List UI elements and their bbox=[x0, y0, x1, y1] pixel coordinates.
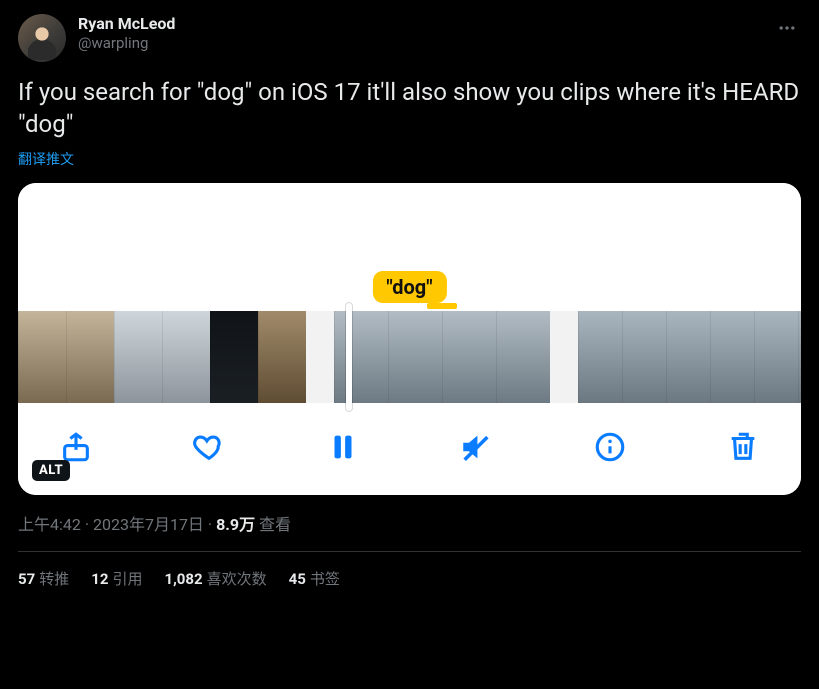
alt-badge[interactable]: ALT bbox=[32, 460, 70, 481]
more-button[interactable] bbox=[773, 14, 801, 46]
delete-button[interactable] bbox=[721, 425, 765, 469]
views-count[interactable]: 8.9万 bbox=[216, 515, 255, 534]
clip-thumb[interactable] bbox=[622, 311, 666, 403]
stat-label: 喜欢次数 bbox=[207, 570, 267, 588]
tweet-text: If you search for "dog" on iOS 17 it'll … bbox=[18, 76, 801, 141]
share-icon bbox=[59, 430, 93, 464]
mute-icon bbox=[459, 430, 493, 464]
video-timeline[interactable] bbox=[18, 311, 801, 403]
media-card[interactable]: "dog" bbox=[18, 183, 801, 495]
clip-thumb[interactable] bbox=[710, 311, 754, 403]
stat-likes[interactable]: 1,082 喜欢次数 bbox=[164, 568, 266, 589]
stat-num: 57 bbox=[18, 570, 35, 588]
pause-button[interactable] bbox=[321, 425, 365, 469]
info-icon bbox=[593, 430, 627, 464]
stat-retweets[interactable]: 57转推 bbox=[18, 568, 69, 589]
stat-num: 45 bbox=[289, 570, 306, 588]
author-block[interactable]: Ryan McLeod @warpling bbox=[78, 14, 175, 53]
clip-thumb[interactable] bbox=[388, 311, 442, 403]
heart-icon bbox=[192, 430, 226, 464]
clip-thumb[interactable] bbox=[666, 311, 710, 403]
more-icon bbox=[777, 18, 797, 38]
avatar[interactable] bbox=[18, 14, 66, 62]
tweet-container: Ryan McLeod @warpling If you search for … bbox=[0, 0, 819, 589]
clip-group-2[interactable] bbox=[334, 311, 550, 403]
stat-bookmarks[interactable]: 45书签 bbox=[289, 568, 340, 589]
stat-label: 引用 bbox=[112, 570, 142, 588]
clip-thumb[interactable] bbox=[754, 311, 798, 403]
tweet-header: Ryan McLeod @warpling bbox=[18, 14, 801, 62]
pause-icon bbox=[326, 430, 360, 464]
meta-sep: · bbox=[204, 515, 216, 534]
media-toolbar bbox=[18, 403, 801, 495]
stats-row: 57转推 12引用 1,082 喜欢次数 45书签 bbox=[18, 552, 801, 589]
meta-time[interactable]: 上午4:42 bbox=[18, 515, 81, 534]
stat-num: 1,082 bbox=[164, 570, 202, 588]
playhead[interactable] bbox=[346, 303, 352, 411]
yellow-marker-icon bbox=[427, 303, 457, 309]
clip-thumb[interactable] bbox=[18, 311, 66, 403]
clip-thumb[interactable] bbox=[334, 311, 388, 403]
stat-quotes[interactable]: 12引用 bbox=[91, 568, 142, 589]
clip-group-1[interactable] bbox=[18, 311, 306, 403]
clip-thumb[interactable] bbox=[210, 311, 258, 403]
like-button[interactable] bbox=[187, 425, 231, 469]
media-whitespace: "dog" bbox=[18, 183, 801, 311]
clip-thumb[interactable] bbox=[442, 311, 496, 403]
mute-button[interactable] bbox=[454, 425, 498, 469]
views-label: 查看 bbox=[259, 515, 291, 534]
info-button[interactable] bbox=[588, 425, 632, 469]
handle: @warpling bbox=[78, 34, 175, 53]
clip-thumb[interactable] bbox=[162, 311, 210, 403]
stat-label: 书签 bbox=[310, 570, 340, 588]
search-term-label: "dog" bbox=[372, 271, 446, 303]
clip-thumb[interactable] bbox=[496, 311, 550, 403]
clip-thumb[interactable] bbox=[66, 311, 114, 403]
clip-thumb[interactable] bbox=[114, 311, 162, 403]
display-name: Ryan McLeod bbox=[78, 14, 175, 34]
clip-thumb[interactable] bbox=[798, 311, 801, 403]
clip-thumb[interactable] bbox=[258, 311, 306, 403]
stat-label: 转推 bbox=[39, 570, 69, 588]
meta-sep: · bbox=[81, 515, 93, 534]
tweet-meta: 上午4:42 · 2023年7月17日 · 8.9万 查看 bbox=[18, 511, 801, 535]
stat-num: 12 bbox=[91, 570, 108, 588]
clip-thumb[interactable] bbox=[578, 311, 622, 403]
clip-group-3[interactable] bbox=[578, 311, 801, 403]
meta-date[interactable]: 2023年7月17日 bbox=[93, 515, 204, 534]
translate-link[interactable]: 翻译推文 bbox=[18, 149, 801, 169]
trash-icon bbox=[726, 430, 760, 464]
